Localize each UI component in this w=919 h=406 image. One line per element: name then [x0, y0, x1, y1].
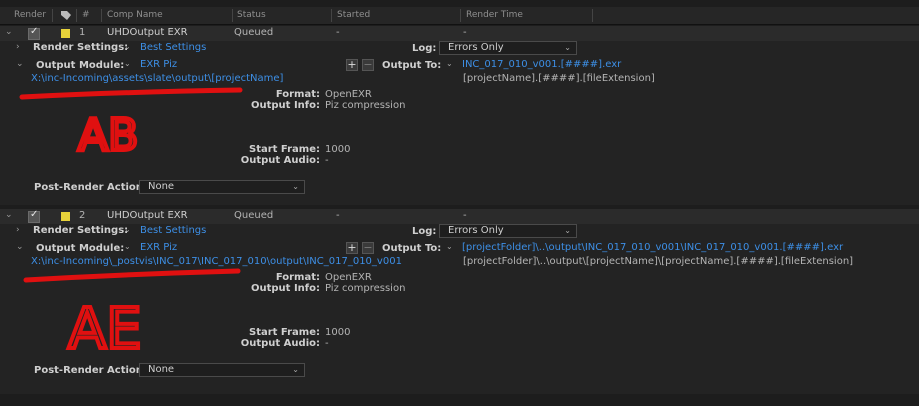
chevron-down-icon: ⌄ [564, 226, 571, 235]
output-module-link[interactable]: EXR Piz [140, 242, 177, 253]
output-to-label: Output To: [382, 243, 442, 254]
log-label: Log: [412, 43, 437, 54]
output-audio-label: Output Audio: [240, 338, 320, 349]
status: Queued [234, 27, 274, 38]
comp-name[interactable]: UHDOutput EXR [107, 27, 188, 38]
item-details-panel [0, 41, 919, 205]
output-info-value: Piz compression [325, 100, 406, 111]
render-settings-dropdown-icon[interactable]: ⌄ [124, 225, 131, 234]
output-module-expand-icon[interactable]: ⌄ [16, 59, 24, 69]
header-comp-name[interactable]: Comp Name [107, 10, 163, 20]
output-path[interactable]: X:\inc-Incoming\_postvis\INC_017\INC_017… [31, 256, 402, 267]
item-number: 2 [79, 210, 86, 221]
header-number[interactable]: # [82, 10, 90, 20]
chevron-down-icon: ⌄ [564, 43, 571, 52]
render-time: - [463, 210, 467, 221]
log-dropdown[interactable]: Errors Only ⌄ [439, 41, 577, 55]
render-settings-label: Render Settings: [33, 225, 129, 236]
render-time: - [463, 27, 467, 38]
render-checkbox[interactable] [28, 209, 40, 223]
render-settings-link[interactable]: Best Settings [140, 225, 206, 236]
output-module-dropdown-icon[interactable]: ⌄ [124, 59, 131, 68]
start-frame-value: 1000 [325, 144, 351, 155]
format-value: OpenEXR [325, 89, 372, 100]
remove-output-module-button[interactable]: − [362, 59, 374, 71]
format-label: Format: [275, 272, 320, 283]
output-template: [projectFolder]\..\output\[projectName]\… [463, 256, 854, 267]
status: Queued [234, 210, 274, 221]
render-settings-dropdown-icon[interactable]: ⌄ [124, 42, 131, 51]
output-audio-value: - [325, 155, 329, 166]
render-settings-label: Render Settings: [33, 42, 129, 53]
output-module-label: Output Module: [36, 243, 125, 254]
output-to-link[interactable]: [projectFolder]\..\output\INC_017_010_v0… [462, 242, 843, 253]
header-status[interactable]: Status [237, 10, 266, 20]
post-render-value: None [148, 364, 175, 375]
output-to-link[interactable]: INC_017_010_v001.[####].exr [462, 59, 621, 70]
format-value: OpenEXR [325, 272, 372, 283]
column-header: Render # Comp Name Status Started Render… [0, 7, 919, 25]
start-frame-label: Start Frame: [249, 327, 320, 338]
start-frame-value: 1000 [325, 327, 351, 338]
post-render-value: None [148, 181, 175, 192]
expand-chevron-icon[interactable]: ⌄ [5, 27, 13, 37]
expand-chevron-icon[interactable]: ⌄ [5, 210, 13, 220]
comp-name[interactable]: UHDOutput EXR [107, 210, 188, 221]
remove-output-module-button[interactable]: − [362, 242, 374, 254]
start-frame-label: Start Frame: [249, 144, 320, 155]
output-audio-value: - [325, 338, 329, 349]
label-color-swatch[interactable] [61, 212, 70, 221]
output-to-label: Output To: [382, 60, 442, 71]
add-output-module-button[interactable]: + [346, 59, 358, 71]
post-render-label: Post-Render Action: [34, 182, 147, 193]
label-tag-icon[interactable] [60, 10, 71, 20]
output-module-label: Output Module: [36, 60, 125, 71]
log-label: Log: [412, 226, 437, 237]
add-output-module-button[interactable]: + [346, 242, 358, 254]
output-path[interactable]: X:\inc-Incoming\assets\slate\output\[pro… [31, 73, 283, 84]
render-checkbox[interactable] [28, 26, 40, 40]
post-render-dropdown[interactable]: None ⌄ [139, 180, 305, 194]
output-to-dropdown-icon[interactable]: ⌄ [446, 59, 453, 68]
output-to-dropdown-icon[interactable]: ⌄ [446, 242, 453, 251]
render-settings-expand-icon[interactable]: › [16, 42, 20, 52]
header-started[interactable]: Started [337, 10, 370, 20]
output-module-link[interactable]: EXR Piz [140, 59, 177, 70]
output-info-value: Piz compression [325, 283, 406, 294]
log-dropdown[interactable]: Errors Only ⌄ [439, 224, 577, 238]
header-render[interactable]: Render [14, 10, 46, 20]
output-module-dropdown-icon[interactable]: ⌄ [124, 242, 131, 251]
post-render-label: Post-Render Action: [34, 365, 147, 376]
started: - [336, 27, 340, 38]
header-render-time[interactable]: Render Time [466, 10, 523, 20]
log-value: Errors Only [448, 42, 504, 53]
format-label: Format: [275, 89, 320, 100]
post-render-dropdown[interactable]: None ⌄ [139, 363, 305, 377]
output-info-label: Output Info: [251, 100, 320, 111]
chevron-down-icon: ⌄ [292, 182, 299, 191]
label-color-swatch[interactable] [61, 29, 70, 38]
output-info-label: Output Info: [251, 283, 320, 294]
render-settings-link[interactable]: Best Settings [140, 42, 206, 53]
render-settings-expand-icon[interactable]: › [16, 225, 20, 235]
log-value: Errors Only [448, 225, 504, 236]
output-module-expand-icon[interactable]: ⌄ [16, 242, 24, 252]
output-audio-label: Output Audio: [240, 155, 320, 166]
started: - [336, 210, 340, 221]
chevron-down-icon: ⌄ [292, 365, 299, 374]
output-template: [projectName].[####].[fileExtension] [463, 73, 655, 84]
item-number: 1 [79, 27, 86, 38]
